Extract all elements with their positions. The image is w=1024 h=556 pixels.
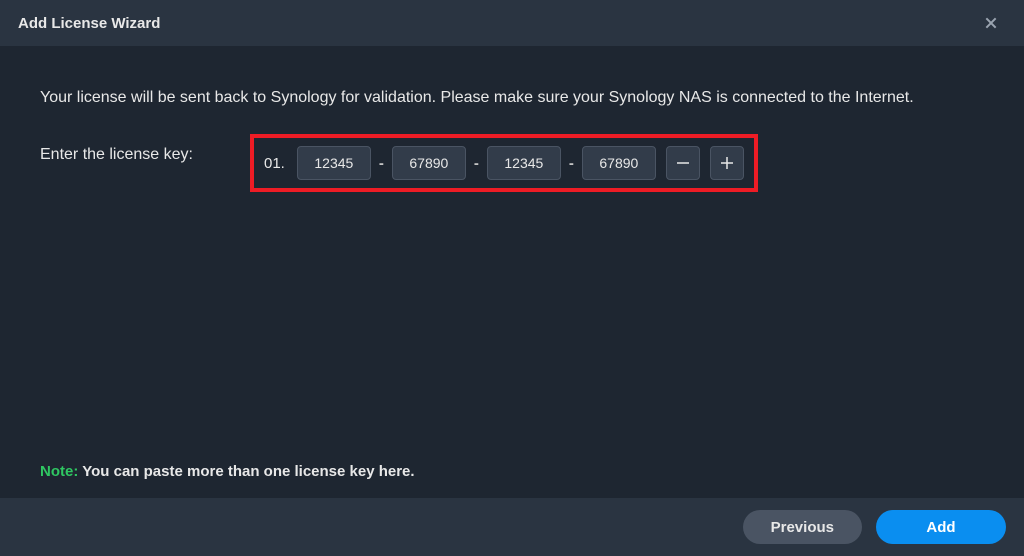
minus-icon [674, 154, 692, 172]
add-key-button[interactable] [710, 146, 744, 180]
plus-icon [718, 154, 736, 172]
note-row: Note: You can paste more than one licens… [40, 463, 415, 480]
remove-key-button[interactable] [666, 146, 700, 180]
row-number: 01. [264, 155, 285, 172]
window-title: Add License Wizard [18, 15, 160, 32]
enter-key-label: Enter the license key: [40, 134, 250, 164]
segment-dash: - [377, 155, 386, 172]
add-button[interactable]: Add [876, 510, 1006, 544]
titlebar: Add License Wizard [0, 0, 1024, 46]
description-text: Your license will be sent back to Synolo… [40, 86, 984, 110]
note-text: You can paste more than one license key … [78, 463, 414, 480]
previous-button[interactable]: Previous [743, 510, 862, 544]
key-segment-3[interactable] [487, 146, 561, 180]
key-segment-2[interactable] [392, 146, 466, 180]
segment-dash: - [567, 155, 576, 172]
license-key-row: Enter the license key: 01. - - - [40, 134, 984, 192]
segment-dash: - [472, 155, 481, 172]
license-key-input-group: 01. - - - [250, 134, 758, 192]
close-icon [983, 15, 999, 31]
note-label: Note: [40, 463, 78, 480]
key-segment-1[interactable] [297, 146, 371, 180]
key-segment-4[interactable] [582, 146, 656, 180]
content-area: Your license will be sent back to Synolo… [0, 46, 1024, 192]
close-button[interactable] [976, 8, 1006, 38]
footer: Previous Add [0, 498, 1024, 556]
